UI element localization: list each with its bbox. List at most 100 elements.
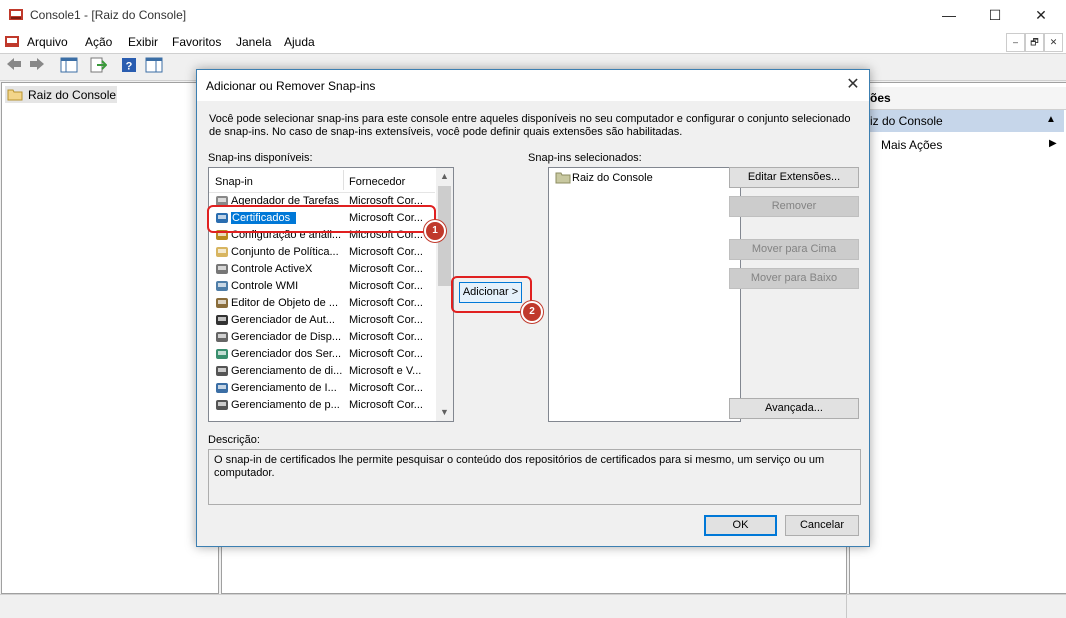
tree-root-label: Raiz do Console (28, 88, 117, 102)
selected-snapins-list[interactable]: Raiz do Console (548, 167, 741, 422)
menu-favoritos[interactable]: Favoritos (172, 35, 221, 49)
status-bar (0, 594, 1066, 618)
table-row[interactable]: Gerenciamento de I... Microsoft Cor... (209, 380, 435, 397)
dialog-intro-text: Você pode selecionar snap-ins para este … (209, 113, 851, 138)
mdi-close-button[interactable]: ✕ (1044, 33, 1063, 52)
advanced-button[interactable]: Avançada... (729, 398, 859, 419)
snapin-name: Gerenciamento de p... (231, 399, 340, 411)
snapin-name: Gerenciamento de I... (231, 382, 337, 394)
server-manager-icon (215, 347, 229, 361)
table-row[interactable]: Gerenciador de Disp... Microsoft Cor... (209, 329, 435, 346)
highlight-certificados (207, 205, 436, 233)
callout-2: 2 (521, 301, 543, 323)
table-row[interactable]: Editor de Objeto de ... Microsoft Cor... (209, 295, 435, 312)
mmc-menu-icon[interactable] (4, 34, 20, 50)
more-actions-label: Mais Ações (881, 138, 943, 152)
table-row[interactable]: Conjunto de Política... Microsoft Cor... (209, 244, 435, 261)
scroll-up-icon[interactable]: ▲ (436, 168, 453, 185)
table-row[interactable]: Controle ActiveX Microsoft Cor... (209, 261, 435, 278)
wmi-icon (215, 279, 229, 293)
authorization-icon (215, 313, 229, 327)
ip-management-icon (215, 381, 229, 395)
menu-janela[interactable]: Janela (236, 35, 271, 49)
remove-button[interactable]: Remover (729, 196, 859, 217)
actions-pane: ões iz do Console ▲ Mais Ações ▶ (849, 82, 1066, 594)
list-item[interactable]: Raiz do Console (552, 170, 662, 187)
table-row[interactable]: Controle WMI Microsoft Cor... (209, 278, 435, 295)
description-label: Descrição: (208, 434, 260, 446)
device-manager-icon (215, 330, 229, 344)
column-divider[interactable] (343, 170, 344, 190)
actions-header: ões (850, 87, 1066, 110)
highlight-add-button (451, 276, 532, 313)
policy-icon (215, 245, 229, 259)
menu-acao[interactable]: Ação (85, 35, 112, 49)
svg-text:?: ? (126, 61, 133, 73)
table-row[interactable]: Gerenciamento de p... Microsoft Cor... (209, 397, 435, 414)
folder-icon (7, 89, 23, 101)
menu-exibir[interactable]: Exibir (128, 35, 158, 49)
snapin-vendor: Microsoft Cor... (349, 297, 423, 309)
gpo-editor-icon (215, 296, 229, 310)
snapin-vendor: Microsoft Cor... (349, 314, 423, 326)
cancel-button[interactable]: Cancelar (785, 515, 859, 536)
scroll-down-icon[interactable]: ▼ (436, 404, 453, 421)
snapin-name: Conjunto de Política... (231, 246, 339, 258)
snapin-name: Editor de Objeto de ... (231, 297, 339, 309)
actions-section-header[interactable]: iz do Console ▲ (850, 110, 1064, 132)
forward-icon[interactable] (26, 57, 48, 77)
collapse-up-icon[interactable]: ▲ (1046, 114, 1056, 125)
tree-root-item[interactable]: Raiz do Console (5, 86, 117, 103)
snapin-vendor: Microsoft Cor... (349, 382, 423, 394)
description-text: O snap-in de certificados lhe permite pe… (214, 454, 825, 479)
disk-management-icon (215, 364, 229, 378)
minimize-button[interactable]: — (926, 0, 972, 31)
snapin-vendor: Microsoft Cor... (349, 331, 423, 343)
dialog-titlebar: Adicionar ou Remover Snap-ins ✕ (197, 70, 869, 101)
snapin-vendor: Microsoft Cor... (349, 246, 423, 258)
dialog-close-button[interactable]: ✕ (843, 76, 863, 96)
available-snapins-label: Snap-ins disponíveis: (208, 152, 313, 164)
snapin-name: Gerenciador de Disp... (231, 331, 342, 343)
column-header-snapin[interactable]: Snap-in (215, 176, 253, 188)
description-box: O snap-in de certificados lhe permite pe… (208, 449, 861, 505)
window-close-button[interactable]: ✕ (1018, 0, 1064, 31)
move-down-button[interactable]: Mover para Baixo (729, 268, 859, 289)
export-list-icon[interactable] (87, 57, 109, 77)
ok-button[interactable]: OK (704, 515, 777, 536)
print-management-icon (215, 398, 229, 412)
menu-ajuda[interactable]: Ajuda (284, 35, 315, 49)
list-header: Snap-in Fornecedor (209, 168, 435, 193)
snapin-name: Gerenciador de Aut... (231, 314, 335, 326)
mmc-app-icon (9, 9, 23, 20)
console-tree-pane: Raiz do Console (1, 82, 219, 594)
column-header-vendor[interactable]: Fornecedor (349, 176, 405, 188)
submenu-arrow-icon: ▶ (1049, 138, 1057, 149)
folder-icon (555, 172, 571, 184)
snapin-name: Controle ActiveX (231, 263, 313, 275)
back-icon[interactable] (3, 57, 25, 77)
table-row[interactable]: Gerenciador dos Ser... Microsoft Cor... (209, 346, 435, 363)
snapin-vendor: Microsoft Cor... (349, 399, 423, 411)
callout-1: 1 (424, 220, 446, 242)
menu-arquivo[interactable]: Arquivo (27, 35, 68, 49)
help-icon[interactable]: ? (118, 57, 140, 77)
window-title: Console1 - [Raiz do Console] (30, 8, 187, 22)
activex-icon (215, 262, 229, 276)
mdi-restore-button[interactable]: 🗗 (1025, 33, 1044, 52)
table-row[interactable]: Gerenciador de Aut... Microsoft Cor... (209, 312, 435, 329)
menu-bar: Arquivo Ação Exibir Favoritos Janela Aju… (0, 31, 1066, 53)
actions-header-label: ões (870, 91, 891, 105)
move-up-button[interactable]: Mover para Cima (729, 239, 859, 260)
edit-extensions-button[interactable]: Editar Extensões... (729, 167, 859, 188)
mdi-minimize-button[interactable]: – (1006, 33, 1025, 52)
mdi-controls: – 🗗 ✕ (1006, 33, 1063, 52)
table-row[interactable]: Gerenciamento de di... Microsoft e V... (209, 363, 435, 380)
snapin-name: Gerenciador dos Ser... (231, 348, 342, 360)
show-hide-tree-icon[interactable] (58, 57, 80, 77)
more-actions-item[interactable]: Mais Ações ▶ (850, 134, 1064, 154)
maximize-button[interactable]: ☐ (972, 0, 1018, 31)
selected-snapins-label: Snap-ins selecionados: (528, 152, 642, 164)
show-action-pane-icon[interactable] (143, 57, 165, 77)
window-titlebar: Console1 - [Raiz do Console] — ☐ ✕ (0, 0, 1066, 31)
